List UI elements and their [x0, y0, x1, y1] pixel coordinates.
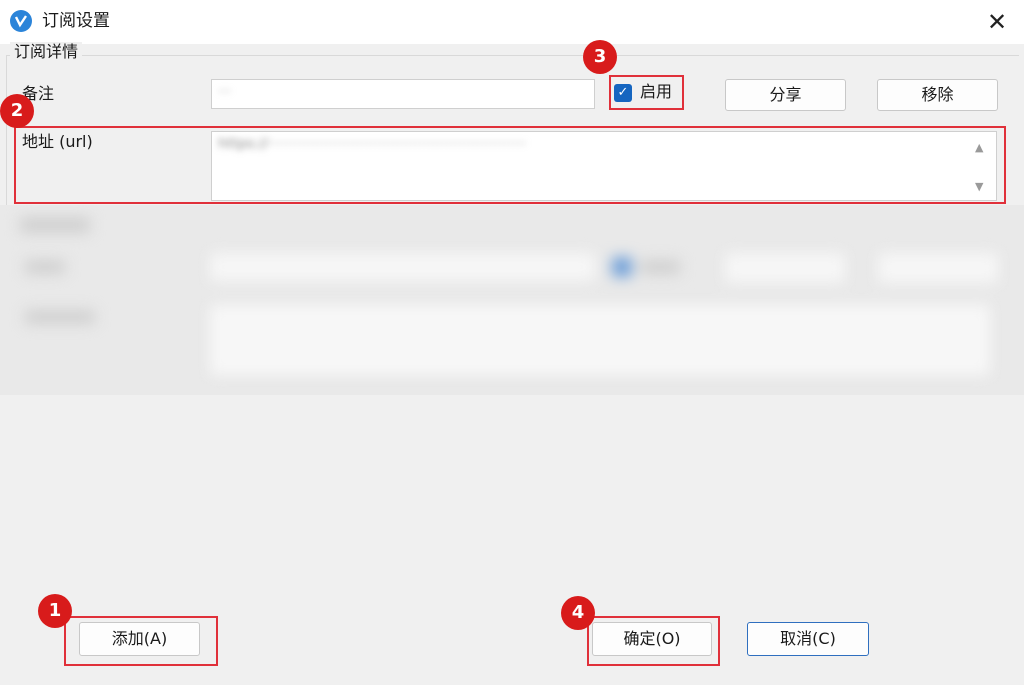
cancel-button[interactable]: 取消(C): [747, 622, 869, 656]
app-logo-icon: [10, 10, 32, 32]
enable-highlight-box: [609, 75, 684, 110]
marker-2: 2: [0, 94, 34, 128]
share-button[interactable]: 分享: [725, 79, 846, 111]
marker-4: 4: [561, 596, 595, 630]
remark-input[interactable]: ···: [211, 79, 595, 109]
blurred-content: [0, 205, 1024, 395]
add-highlight-box: [64, 616, 218, 666]
url-highlight-box: [14, 126, 1006, 204]
window-title: 订阅设置: [42, 11, 110, 31]
remark-value: ···: [218, 84, 232, 100]
title-bar: 订阅设置 ✕: [0, 0, 1024, 44]
marker-1: 1: [38, 594, 72, 628]
close-button[interactable]: ✕: [982, 7, 1012, 37]
blurred-subscription-entry: [0, 205, 1024, 395]
ok-highlight-box: [587, 616, 720, 666]
group-title: 订阅详情: [10, 42, 83, 62]
marker-3: 3: [583, 40, 617, 74]
remove-button[interactable]: 移除: [877, 79, 998, 111]
